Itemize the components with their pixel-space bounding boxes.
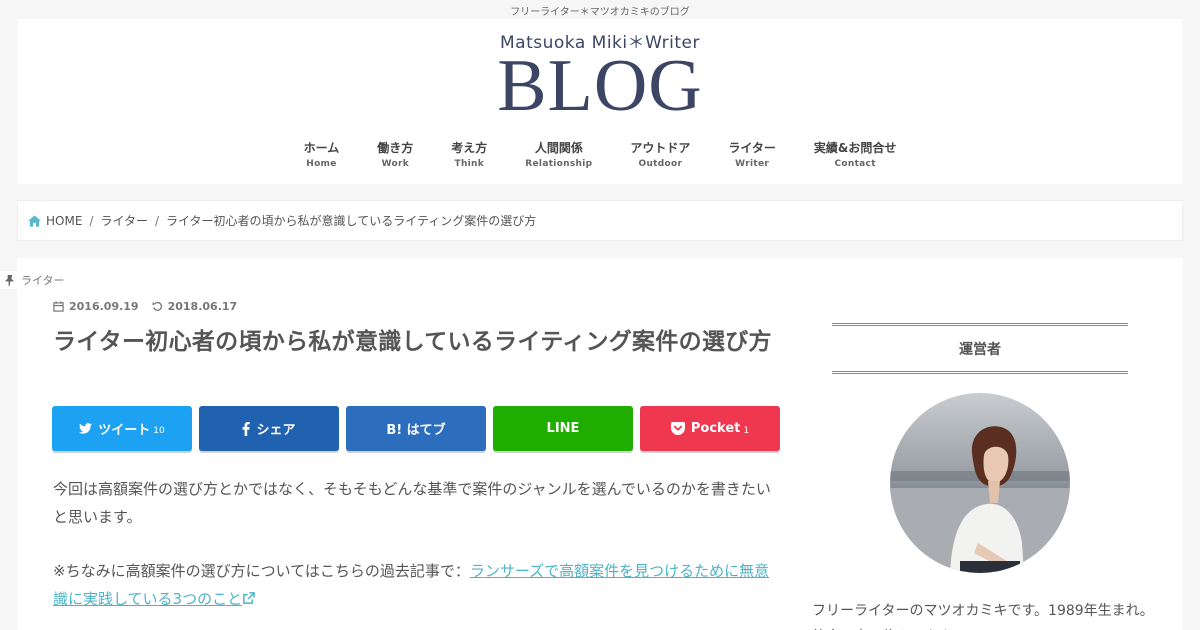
article-paragraph-1: 今回は高額案件の選び方とかではなく、そもそもどんな基準で案件のジャンルを選んでい… — [53, 480, 771, 526]
nav-sublabel: Home — [306, 159, 337, 169]
main-content: ライター 2016.09.19 2018.06.17 ライター初心者の頃から私が… — [0, 258, 1183, 630]
breadcrumb-separator: / — [89, 213, 94, 228]
external-link-icon — [243, 592, 255, 604]
line-share-button[interactable]: LINE — [493, 406, 633, 451]
nav-item-home[interactable]: ホーム Home — [285, 141, 359, 169]
paragraph-2-text: ※ちなみに高額案件の選び方についてはこちらの過去記事で： — [53, 562, 470, 580]
nav-label: 考え方 — [451, 141, 488, 155]
site-tagline: フリーライター＊マツオカミキのブログ — [510, 7, 690, 18]
twitter-share-button[interactable]: ツイート 10 — [52, 406, 192, 451]
nav-item-writer[interactable]: ライター Writer — [709, 141, 795, 169]
pocket-share-label: Pocket — [690, 421, 741, 436]
category-label[interactable]: ライター — [0, 271, 71, 289]
twitter-share-count: 10 — [153, 425, 165, 436]
article-title: ライター初心者の頃から私が意識しているライティング案件の選び方 — [53, 329, 772, 355]
nav-sublabel: Think — [454, 159, 485, 169]
nav-item-outdoor[interactable]: アウトドア Outdoor — [611, 141, 709, 169]
nav-item-work[interactable]: 働き方 Work — [358, 141, 432, 169]
nav-sublabel: Contact — [834, 159, 876, 169]
nav-label: アウトドア — [630, 141, 691, 155]
published-date: 2016.09.19 — [69, 300, 139, 313]
nav-item-think[interactable]: 考え方 Think — [432, 141, 506, 169]
updated-date: 2018.06.17 — [167, 300, 238, 313]
update-icon — [152, 301, 162, 311]
breadcrumb-home-link[interactable]: HOME — [46, 214, 82, 228]
nav-label: 実績&お問合せ — [813, 141, 897, 155]
logo-title[interactable]: BLOG — [17, 46, 1183, 126]
share-buttons: ツイート 10 シェア B! はてブ LINE Pocket 1 — [52, 406, 787, 451]
pocket-share-count: 1 — [743, 425, 750, 436]
pocket-icon — [670, 422, 685, 435]
main-nav: ホーム Home 働き方 Work 考え方 Think 人間関係 Relatio… — [17, 141, 1183, 169]
home-icon — [28, 214, 41, 227]
nav-item-contact[interactable]: 実績&お問合せ Contact — [795, 141, 915, 169]
category-text: ライター — [21, 274, 65, 287]
hatena-bookmark-button[interactable]: B! はてブ — [346, 406, 486, 451]
nav-label: 働き方 — [377, 141, 414, 155]
pocket-share-button[interactable]: Pocket 1 — [640, 406, 780, 451]
nav-sublabel: Writer — [735, 159, 770, 169]
facebook-share-button[interactable]: シェア — [199, 406, 339, 451]
nav-sublabel: Work — [381, 159, 409, 169]
facebook-f-icon — [242, 421, 251, 436]
nav-label: 人間関係 — [534, 141, 583, 155]
nav-label: ライター — [728, 141, 776, 155]
twitter-share-label: ツイート — [98, 423, 151, 438]
line-share-label: LINE — [546, 421, 580, 436]
author-profile-text: フリーライターのマツオカミキです。1989年生まれ。徳命の方に住んでます。 — [812, 603, 1154, 630]
nav-sublabel: Relationship — [525, 159, 593, 169]
hatena-share-label: B! はてブ — [386, 423, 446, 438]
article-paragraph-2: ※ちなみに高額案件の選び方についてはこちらの過去記事で：ランサーズで高額案件を見… — [53, 557, 783, 613]
article-dates: 2016.09.19 2018.06.17 — [53, 300, 250, 313]
breadcrumb-category-link[interactable]: ライター — [100, 212, 148, 229]
twitter-bird-icon — [79, 423, 93, 434]
calendar-icon — [53, 301, 64, 312]
site-header: Matsuoka Miki＊Writer BLOG ホーム Home 働き方 W… — [17, 19, 1183, 184]
nav-item-relationship[interactable]: 人間関係 Relationship — [506, 141, 611, 169]
breadcrumb-current: ライター初心者の頃から私が意識しているライティング案件の選び方 — [166, 214, 537, 228]
nav-sublabel: Outdoor — [638, 159, 683, 169]
facebook-share-label: シェア — [256, 423, 296, 438]
author-avatar — [890, 393, 1070, 573]
sidebar-widget-title: 運営者 — [832, 323, 1128, 374]
breadcrumb: HOME / ライター / ライター初心者の頃から私が意識しているライティング案… — [17, 200, 1183, 241]
breadcrumb-separator: / — [154, 213, 160, 228]
pin-icon — [4, 274, 15, 286]
nav-label: ホーム — [303, 141, 340, 155]
